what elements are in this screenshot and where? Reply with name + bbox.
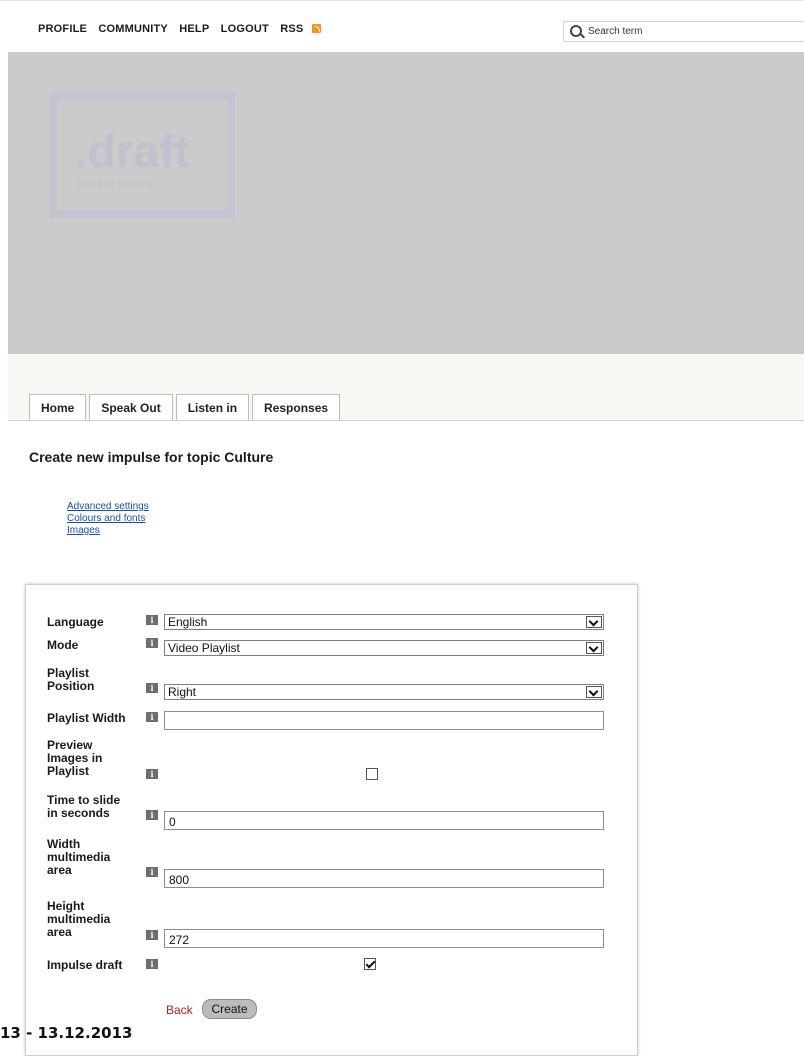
impulse-form-panel: Language i English Mode i Video Playlist…	[25, 584, 638, 1056]
info-icon[interactable]: i	[146, 959, 158, 969]
playlist-width-input[interactable]	[164, 711, 604, 730]
nav-link-help[interactable]: HELP	[179, 23, 209, 35]
height-area-input[interactable]	[164, 929, 604, 948]
height-area-label-line3: area	[47, 925, 72, 939]
images-link[interactable]: Images	[67, 525, 149, 537]
nav-link-community[interactable]: COMMUNITY	[98, 23, 168, 35]
info-icon[interactable]: i	[146, 810, 158, 820]
search-icon	[570, 25, 582, 37]
time-to-slide-input[interactable]	[164, 811, 604, 830]
nav-link-logout[interactable]: LOGOUT	[221, 23, 269, 35]
draft-logo: .draft Inactive feature	[49, 92, 235, 218]
width-area-label-line3: area	[47, 863, 72, 877]
colours-fonts-link[interactable]: Colours and fonts	[67, 513, 149, 525]
playlist-position-label: Playlist Position	[47, 667, 143, 693]
info-icon[interactable]: i	[146, 712, 158, 722]
top-nav-links: PROFILE COMMUNITY HELP LOGOUT RSS	[38, 23, 337, 35]
info-icon[interactable]: i	[146, 867, 158, 877]
search-input[interactable]	[588, 24, 788, 38]
chevron-down-icon	[586, 686, 602, 698]
preview-images-checkbox[interactable]	[366, 768, 378, 780]
nav-link-profile[interactable]: PROFILE	[38, 23, 87, 35]
chevron-down-icon	[586, 642, 602, 654]
rss-label: RSS	[280, 23, 304, 35]
playlist-width-label: Playlist Width	[47, 711, 126, 725]
chevron-down-icon	[586, 616, 602, 628]
preview-images-label: Preview Images in Playlist	[47, 739, 143, 778]
info-icon[interactable]: i	[146, 930, 158, 940]
tab-responses[interactable]: Responses	[252, 394, 341, 420]
top-navigation: PROFILE COMMUNITY HELP LOGOUT RSS	[0, 0, 804, 53]
draft-logo-subtext: Inactive feature	[77, 178, 153, 190]
time-to-slide-label: Time to slide in seconds	[47, 794, 143, 820]
preview-images-label-line3: Playlist	[47, 764, 90, 778]
playlist-position-label-line2: Position	[47, 679, 95, 693]
search-box[interactable]	[563, 21, 804, 42]
draft-logo-text: .draft	[75, 125, 190, 177]
page-title: Create new impulse for topic Culture	[29, 449, 274, 465]
width-area-input[interactable]	[164, 869, 604, 888]
advanced-settings-link[interactable]: Advanced settings	[67, 501, 149, 513]
info-icon[interactable]: i	[146, 769, 158, 779]
info-icon[interactable]: i	[146, 683, 158, 693]
width-area-label: Width multimedia area	[47, 838, 143, 877]
main-tabs: Home Speak Out Listen in Responses	[29, 394, 343, 421]
language-selected-value: English	[168, 615, 208, 629]
header-banner: .draft Inactive feature	[8, 52, 804, 354]
language-label: Language	[47, 615, 104, 629]
rss-icon	[312, 24, 322, 33]
info-icon[interactable]: i	[146, 638, 158, 648]
back-link[interactable]: Back	[166, 1003, 193, 1017]
tab-listen-in[interactable]: Listen in	[175, 394, 250, 420]
settings-links: Advanced settings Colours and fonts Imag…	[67, 501, 149, 537]
playlist-position-selected-value: Right	[168, 685, 197, 699]
playlist-position-select[interactable]: Right	[164, 684, 604, 700]
mode-selected-value: Video Playlist	[168, 641, 240, 655]
tab-home[interactable]: Home	[29, 394, 87, 420]
impulse-draft-checkbox[interactable]	[364, 958, 376, 970]
language-select[interactable]: English	[164, 614, 604, 630]
nav-link-rss[interactable]: RSS	[280, 23, 329, 35]
impulse-draft-label: Impulse draft	[47, 958, 123, 972]
height-area-label: Height multimedia area	[47, 900, 143, 939]
info-icon[interactable]: i	[146, 615, 158, 625]
create-button[interactable]: Create	[202, 999, 257, 1019]
mode-label: Mode	[47, 638, 79, 652]
time-to-slide-label-line2: in seconds	[47, 806, 110, 820]
tab-speak-out[interactable]: Speak Out	[89, 394, 173, 420]
mode-select[interactable]: Video Playlist	[164, 640, 604, 656]
